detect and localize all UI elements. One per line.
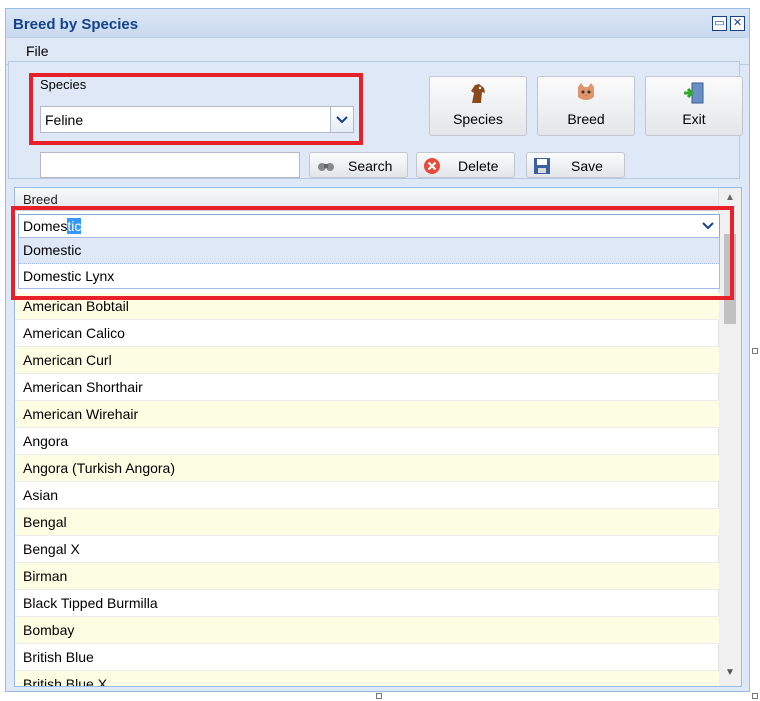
scroll-up-icon[interactable]: ▲ xyxy=(725,192,735,203)
breed-grid: Breed ▲ ▼ Domestic Domestic Domestic Lyn… xyxy=(14,187,742,687)
dropdown-option[interactable]: Domestic xyxy=(19,238,719,264)
delete-button[interactable]: Delete xyxy=(416,152,515,178)
species-select-value: Feline xyxy=(45,112,84,128)
save-disk-icon xyxy=(533,157,551,175)
resize-handle-bottom[interactable] xyxy=(376,693,382,699)
save-button[interactable]: Save xyxy=(526,152,625,178)
table-row[interactable]: Angora xyxy=(15,428,719,455)
breed-editor-input[interactable]: Domestic xyxy=(18,214,720,238)
breed-dropdown-list: Domestic Domestic Lynx xyxy=(18,237,720,289)
species-button-label: Species xyxy=(453,111,503,127)
table-row[interactable]: Angora (Turkish Angora) xyxy=(15,455,719,482)
breed-editor-typed: Domes xyxy=(23,218,68,234)
chevron-down-icon[interactable] xyxy=(330,107,353,132)
table-row[interactable]: Bengal X xyxy=(15,536,719,563)
table-row[interactable]: Bengal xyxy=(15,509,719,536)
table-row[interactable]: American Calico xyxy=(15,320,719,347)
scroll-down-icon[interactable]: ▼ xyxy=(725,667,735,678)
table-row[interactable]: Birman xyxy=(15,563,719,590)
search-input[interactable] xyxy=(40,152,300,178)
binoculars-icon xyxy=(316,157,334,175)
breed-editor-selected: tic xyxy=(67,218,82,234)
grid-header-label: Breed xyxy=(23,192,58,207)
table-row[interactable]: Bombay xyxy=(15,617,719,644)
dropdown-option[interactable]: Domestic Lynx xyxy=(19,264,719,289)
breed-button-label: Breed xyxy=(567,111,605,127)
grid-scrollbar[interactable]: ▲ ▼ xyxy=(718,188,741,686)
breed-button[interactable]: Breed xyxy=(537,76,635,136)
grid-header-breed[interactable]: Breed xyxy=(15,188,719,211)
species-button[interactable]: Species xyxy=(429,76,527,136)
grid-rows: American Bobtail American Calico America… xyxy=(15,293,719,686)
delete-icon xyxy=(423,157,441,175)
species-label: Species xyxy=(40,77,87,92)
maximize-icon[interactable]: ▭ xyxy=(712,16,727,31)
title-bar[interactable]: Breed by Species ▭ ✕ xyxy=(6,9,749,37)
search-button-label: Search xyxy=(348,158,393,174)
window-title: Breed by Species xyxy=(13,16,139,33)
table-row[interactable]: American Shorthair xyxy=(15,374,719,401)
close-icon[interactable]: ✕ xyxy=(730,16,745,31)
table-row[interactable]: British Blue xyxy=(15,644,719,671)
chevron-down-icon[interactable] xyxy=(697,215,719,237)
exit-door-icon xyxy=(646,81,742,105)
table-row[interactable]: American Wirehair xyxy=(15,401,719,428)
resize-handle-corner[interactable] xyxy=(752,693,758,699)
table-row[interactable]: Asian xyxy=(15,482,719,509)
resize-handle-right[interactable] xyxy=(752,348,758,354)
exit-button-label: Exit xyxy=(682,111,706,127)
search-button[interactable]: Search xyxy=(309,152,408,178)
species-select[interactable]: Feline xyxy=(40,106,354,133)
table-row[interactable]: Black Tipped Burmilla xyxy=(15,590,719,617)
table-row[interactable]: British Blue X xyxy=(15,671,719,686)
save-button-label: Save xyxy=(571,158,603,174)
menu-file[interactable]: File xyxy=(26,43,49,59)
horse-icon xyxy=(430,81,526,105)
table-row[interactable]: American Curl xyxy=(15,347,719,374)
exit-button[interactable]: Exit xyxy=(645,76,743,136)
delete-button-label: Delete xyxy=(458,158,499,174)
table-row[interactable]: American Bobtail xyxy=(15,293,719,320)
cat-icon xyxy=(538,81,634,105)
scrollbar-thumb[interactable] xyxy=(724,234,736,324)
